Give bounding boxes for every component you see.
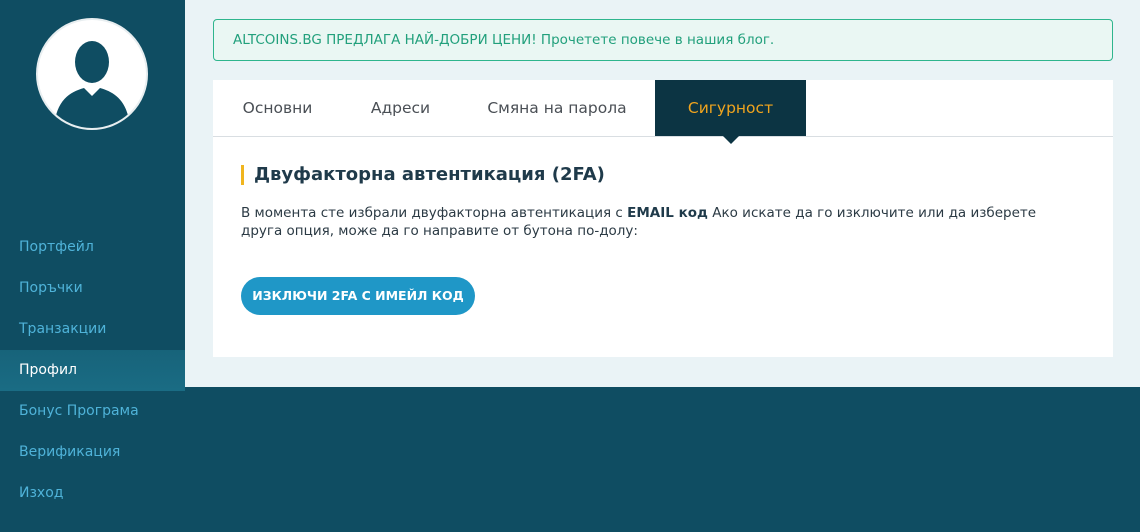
sidebar-item-verification[interactable]: Верификация — [0, 432, 185, 473]
tab-basic[interactable]: Основни — [213, 80, 342, 136]
tab-label: Адреси — [370, 99, 431, 117]
profile-card: Основни Адреси Смяна на парола Сигурност… — [213, 80, 1113, 357]
tab-change-password[interactable]: Смяна на парола — [459, 80, 655, 136]
sidebar: Портфейл Поръчки Транзакции Профил Бонус… — [0, 0, 185, 532]
desc-text: В момента сте избрали двуфакторна автент… — [241, 205, 628, 221]
avatar[interactable] — [36, 18, 148, 130]
active-tab-caret — [722, 136, 739, 144]
tab-label: Смяна на парола — [487, 99, 627, 117]
security-description: В момента сте избрали двуфакторна автент… — [241, 204, 1061, 240]
disable-2fa-button[interactable]: ИЗКЛЮЧИ 2FA С ИМЕЙЛ КОД — [241, 277, 475, 315]
profile-tabs: Основни Адреси Смяна на парола Сигурност — [213, 80, 1113, 144]
desc-method: EMAIL код — [627, 205, 708, 221]
promo-alert[interactable]: ALTCOINS.BG ПРЕДЛАГА НАЙ-ДОБРИ ЦЕНИ! Про… — [213, 19, 1113, 61]
tab-addresses[interactable]: Адреси — [342, 80, 459, 136]
sidebar-item-orders[interactable]: Поръчки — [0, 268, 185, 309]
sidebar-item-logout[interactable]: Изход — [0, 473, 185, 514]
tab-label: Основни — [242, 99, 313, 117]
sidebar-item-portfolio[interactable]: Портфейл — [0, 227, 185, 268]
section-title: Двуфакторна автентикация (2FA) — [241, 165, 605, 185]
user-silhouette-icon — [54, 41, 130, 128]
tab-security[interactable]: Сигурност — [655, 80, 806, 144]
tab-label: Сигурност — [687, 99, 774, 117]
sidebar-item-profile[interactable]: Профил — [0, 350, 185, 391]
sidebar-item-bonus-program[interactable]: Бонус Програма — [0, 391, 185, 432]
sidebar-item-transactions[interactable]: Транзакции — [0, 309, 185, 350]
main-content: ALTCOINS.BG ПРЕДЛАГА НАЙ-ДОБРИ ЦЕНИ! Про… — [185, 0, 1140, 387]
sidebar-nav: Портфейл Поръчки Транзакции Профил Бонус… — [0, 227, 185, 514]
